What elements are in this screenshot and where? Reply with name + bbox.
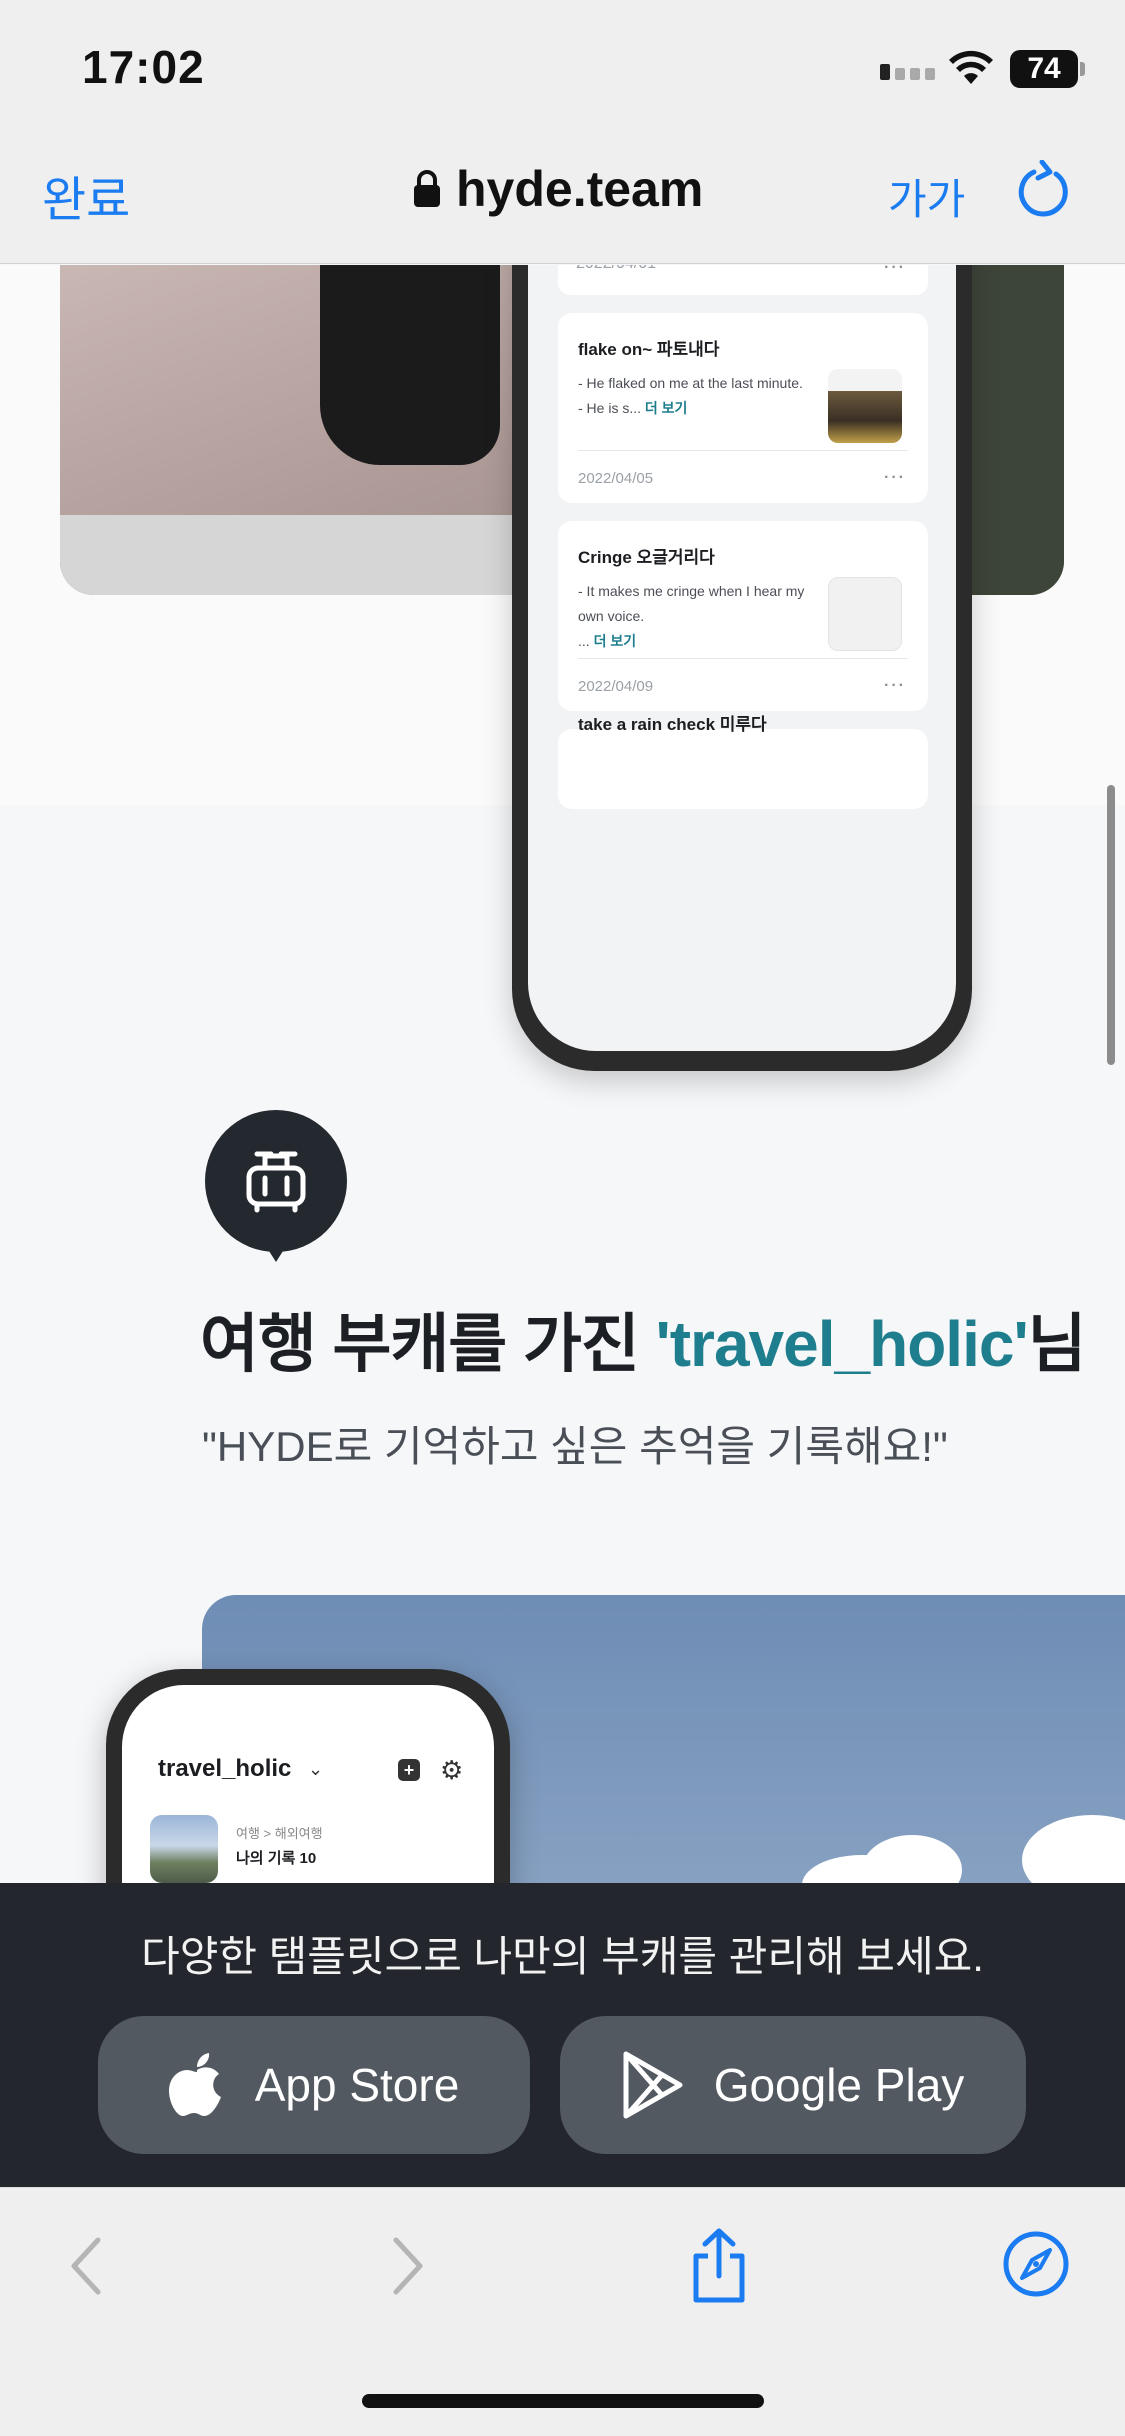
entry-title: take a rain check 미루다 — [578, 715, 767, 734]
feed-card: 2022/04/01 ··· — [558, 265, 928, 295]
pin-tail — [262, 1240, 290, 1262]
google-play-label: Google Play — [713, 2059, 965, 2111]
entry-thumbnail — [828, 369, 902, 443]
compass-icon[interactable] — [1002, 2230, 1070, 2298]
status-bar: 17:02 74 — [0, 0, 1125, 132]
entry-date: 2022/04/01 — [576, 265, 656, 273]
phone-screen: 2022/04/01 ··· flake on~ 파토내다 - He flake… — [528, 265, 956, 1051]
feed-card — [558, 729, 928, 809]
entry-date: 2022/04/09 — [578, 678, 654, 695]
home-indicator[interactable] — [362, 2394, 764, 2408]
url-text: hyde.team — [456, 161, 704, 217]
gear-icon: ⚙ — [440, 1755, 464, 1785]
text-size-button[interactable]: 가가 — [888, 166, 965, 227]
back-icon[interactable] — [66, 2234, 106, 2298]
entry-thumbnail — [828, 577, 902, 651]
chevron-down-icon: ⌄ — [308, 1759, 324, 1779]
breadcrumb: 여행 > 해외여행 — [236, 1826, 323, 1841]
luggage-icon — [246, 1151, 306, 1213]
entry-body: - He flaked on me at the last minute. - … — [578, 375, 803, 416]
address-field[interactable]: hyde.team — [412, 160, 703, 218]
scrollbar[interactable] — [1107, 785, 1115, 1065]
battery-cap — [1080, 62, 1085, 76]
play-store-icon — [623, 2051, 683, 2119]
reload-icon[interactable] — [1016, 160, 1072, 220]
more-options-icon: ··· — [884, 469, 906, 486]
app-store-button[interactable]: App Store — [98, 2016, 530, 2154]
apple-icon — [168, 2053, 221, 2116]
banner-text: 다양한 탬플릿으로 나만의 부캐를 관리해 보세요. — [141, 1933, 984, 1980]
profile-title: travel_holic — [158, 1755, 292, 1782]
battery-icon: 74 — [1010, 50, 1078, 88]
entry-title: flake on~ 파토내다 — [578, 340, 720, 359]
phone-mockup: 2022/04/01 ··· flake on~ 파토내다 - He flake… — [512, 265, 972, 1071]
wifi-icon — [949, 50, 993, 84]
more-link: 더 보기 — [593, 633, 637, 649]
download-banner: 다양한 탬플릿으로 나만의 부캐를 관리해 보세요. App Store Goo… — [0, 1883, 1125, 2187]
done-button[interactable]: 완료 — [42, 160, 130, 230]
lock-icon — [414, 170, 440, 207]
luggage-pin — [205, 1110, 347, 1252]
entry-date: 2022/04/05 — [578, 470, 654, 487]
section-quote: "HYDE로 기억하고 싶은 추억을 기록해요!" — [202, 1423, 948, 1470]
cellular-signal-icon — [880, 64, 935, 80]
feed-card: flake on~ 파토내다 - He flaked on me at the … — [558, 313, 928, 503]
app-store-label: App Store — [254, 2059, 460, 2111]
browser-url-bar: 완료 hyde.team 가가 — [0, 132, 1125, 264]
more-options-icon: ··· — [884, 677, 906, 694]
feed-card: Cringe 오글거리다 - It makes me cringe when I… — [558, 521, 928, 711]
forward-icon[interactable] — [388, 2234, 428, 2298]
more-options-icon: ··· — [884, 265, 906, 276]
entry-body: - It makes me cringe when I hear my own … — [578, 583, 805, 649]
entry-title: Cringe 오글거리다 — [578, 548, 715, 567]
hero-section: 2022/04/01 ··· flake on~ 파토내다 - He flake… — [0, 265, 1125, 1071]
section-heading: 여행 부캐를 가진 'travel_holic'님 — [200, 1308, 1087, 1380]
record-thumbnail — [150, 1815, 218, 1883]
google-play-button[interactable]: Google Play — [560, 2016, 1026, 2154]
status-time: 17:02 — [82, 41, 205, 93]
more-link: 더 보기 — [644, 400, 688, 416]
share-icon[interactable] — [688, 2228, 750, 2304]
add-icon: + — [398, 1759, 420, 1781]
record-title: 나의 기록 10 — [236, 1850, 317, 1867]
